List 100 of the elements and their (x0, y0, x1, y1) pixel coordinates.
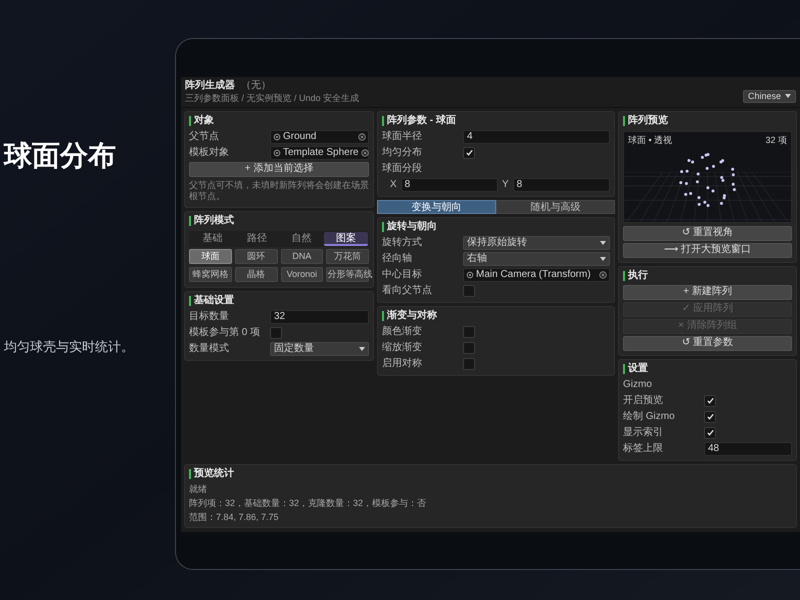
pattern-option[interactable]: DNA (280, 248, 324, 264)
pattern-option[interactable]: 晶格 (234, 266, 278, 282)
accent-bar (382, 116, 384, 126)
accent-bar (623, 271, 625, 281)
accent-bar (189, 469, 191, 479)
preview-label: 球面 • 透视 (628, 134, 672, 146)
accent-bar (382, 222, 384, 232)
field-label: 均匀分布 (382, 146, 423, 158)
field-label: 开启预览 (623, 394, 664, 406)
check-icon (464, 148, 474, 157)
panel-title: 渐变与对称 (387, 310, 437, 322)
section-tab[interactable]: 随机与高级 (496, 200, 615, 214)
mode-tab[interactable]: 图案 (324, 232, 368, 246)
field-label: 模板参与第 0 项 (189, 326, 262, 338)
action-button[interactable]: ↺ 重置视角 (623, 226, 792, 240)
pattern-option[interactable]: 球面 (189, 248, 232, 264)
dropdown[interactable]: 保持原始旋转 (463, 236, 610, 250)
language-dropdown[interactable]: Chinese (742, 90, 796, 102)
input-field[interactable]: 8 (512, 178, 610, 192)
field-label: 径向轴 (382, 252, 413, 264)
object-field[interactable]: Main Camera (Transform) (463, 268, 610, 282)
checkbox[interactable] (463, 358, 475, 370)
input-field[interactable]: 4 (463, 130, 610, 144)
clear-icon (360, 148, 369, 156)
target-icon (466, 270, 474, 278)
field-label: 数量模式 (189, 342, 230, 354)
field-label: 标签上限 (623, 442, 664, 454)
accent-bar (189, 296, 191, 306)
field-label: 目标数量 (189, 310, 230, 322)
panel-title: 执行 (628, 270, 648, 282)
section-label: 球面分段 (382, 162, 423, 176)
preview-count: 32 项 (765, 134, 787, 146)
action-button[interactable]: + 新建阵列 (623, 284, 792, 300)
caret-icon (359, 346, 365, 350)
field-label: 父节点 (189, 130, 220, 142)
pattern-option[interactable]: 圆环 (234, 248, 278, 264)
panel-title: 阵列模式 (194, 215, 234, 227)
pattern-option[interactable]: Voronoi (280, 266, 324, 282)
accent-bar (382, 311, 384, 321)
checkbox[interactable] (463, 342, 475, 354)
pattern-option[interactable]: 万花筒 (326, 248, 369, 264)
action-button[interactable]: + 添加当前选择 (189, 162, 369, 176)
clear-icon (599, 270, 607, 278)
clear-icon (358, 132, 366, 140)
field-label: 显示索引 (623, 426, 664, 438)
field-label: 缩放渐变 (382, 342, 423, 354)
checkbox[interactable] (704, 394, 716, 406)
dropdown[interactable]: 固定数量 (270, 342, 369, 356)
axis-label: X (390, 178, 397, 190)
panel-title: 对象 (194, 115, 214, 127)
accent-bar (189, 216, 191, 226)
caret-icon (600, 256, 606, 260)
accent-bar (623, 116, 625, 126)
field-label: 颜色渐变 (382, 326, 423, 338)
object-field[interactable]: Ground (270, 130, 369, 144)
checkbox[interactable] (463, 284, 475, 296)
panel-title: 基础设置 (194, 295, 234, 307)
checkbox[interactable] (704, 426, 716, 438)
mode-tab[interactable]: 自然 (279, 232, 324, 246)
slide-title: 球面分布 (4, 139, 117, 173)
field-label: 中心目标 (382, 268, 423, 280)
mode-tab[interactable]: 基础 (190, 232, 234, 246)
field-label: 球面半径 (382, 130, 423, 142)
section-tab[interactable]: 变换与朝向 (377, 200, 496, 214)
field-label: 旋转方式 (382, 236, 423, 248)
caret-icon (785, 94, 791, 98)
stats-line: 范围：7.84, 7.86, 7.75 (189, 510, 280, 524)
axis-label: Y (502, 178, 509, 190)
pattern-option[interactable]: 蜂窝网格 (189, 266, 232, 282)
window-title: 阵列生成器 (185, 80, 235, 92)
slide-subtitle: 均匀球壳与实时统计。 (4, 338, 135, 356)
field-label: 看向父节点 (382, 284, 433, 296)
stats-line: 就绪 (189, 482, 208, 496)
panel-title: 预览统计 (194, 468, 234, 480)
caret-icon (600, 240, 606, 244)
input-field[interactable]: 8 (400, 178, 498, 192)
input-field[interactable]: 32 (270, 310, 369, 324)
panel-title: 设置 (628, 363, 648, 375)
stats-line: 阵列项：32，基础数量：32，克隆数量：32，模板参与：否 (189, 496, 428, 510)
window-subtitle: 三列参数面板 / 无实例预览 / Undo 安全生成 (185, 92, 360, 104)
panel-title: 阵列参数 - 球面 (387, 115, 456, 127)
object-field[interactable]: Template Sphere (270, 146, 369, 160)
field-label: 绘制 Gizmo (623, 410, 676, 422)
checkbox[interactable] (463, 326, 475, 338)
checkbox[interactable] (270, 326, 282, 338)
panel-title: 阵列预览 (628, 115, 668, 127)
panel-title: 旋转与朝向 (387, 221, 437, 233)
window-title-note: （无） (241, 80, 271, 92)
input-field[interactable]: 48 (704, 442, 792, 456)
accent-bar (189, 116, 191, 126)
field-label: 启用对称 (382, 358, 423, 370)
help-note: 父节点可不填，未填时新阵列将会创建在场景根节点。 (189, 178, 369, 202)
action-button[interactable]: ⟶ 打开大预览窗口 (623, 242, 792, 258)
dropdown[interactable]: 右轴 (463, 252, 610, 266)
mode-tab[interactable]: 路径 (234, 232, 279, 246)
checkbox[interactable] (704, 410, 716, 422)
action-button[interactable]: ↺ 重置参数 (623, 336, 792, 350)
checkbox[interactable] (463, 146, 475, 158)
section-label: Gizmo (623, 378, 653, 392)
field-label: 模板对象 (189, 146, 230, 158)
